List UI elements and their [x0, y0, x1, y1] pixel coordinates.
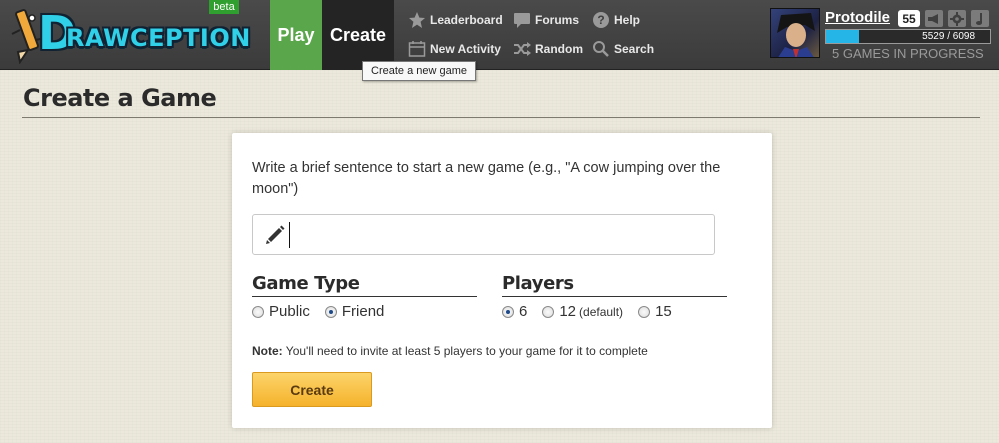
invite-note: Note: You'll need to invite at least 5 p…: [252, 344, 648, 358]
public-radio[interactable]: [252, 305, 264, 318]
friend-label: Friend: [341, 303, 385, 320]
new-activity-link[interactable]: New Activity: [408, 40, 501, 58]
players-options: 6 12 (default) 15: [502, 303, 687, 320]
shuffle-icon: [513, 40, 531, 58]
game-type-divider: [252, 296, 477, 297]
avatar[interactable]: [770, 8, 820, 58]
random-link[interactable]: Random: [513, 40, 583, 58]
players-12-label: 12: [559, 303, 577, 320]
page-title: Create a Game: [23, 84, 217, 112]
music-note-icon[interactable]: [971, 10, 989, 27]
players-6-radio[interactable]: [502, 305, 514, 318]
play-tab[interactable]: Play: [270, 0, 322, 70]
star-icon: [408, 11, 426, 29]
players-15-option[interactable]: 15: [638, 303, 672, 320]
games-in-progress-link[interactable]: 5 GAMES IN PROGRESS: [832, 46, 984, 61]
level-badge: 55: [898, 10, 920, 27]
sentence-input[interactable]: [252, 214, 715, 255]
text-caret: [289, 222, 290, 248]
svg-text:?: ?: [597, 13, 604, 27]
title-divider: [22, 117, 980, 118]
pencil-icon: [266, 225, 285, 244]
players-6-label: 6: [519, 303, 528, 320]
leaderboard-label: Leaderboard: [430, 13, 503, 27]
leaderboard-link[interactable]: Leaderboard: [408, 11, 503, 29]
xp-progress-bar: 5529 / 6098: [825, 29, 991, 44]
note-label: Note:: [252, 344, 283, 358]
form-prompt: Write a brief sentence to start a new ga…: [252, 160, 721, 197]
top-navigation-bar: D RAWCEPTION beta Play Create Leaderboar…: [0, 0, 999, 70]
default-note: (default): [579, 304, 624, 319]
random-label: Random: [535, 42, 583, 56]
gear-icon[interactable]: [948, 10, 966, 27]
players-15-radio[interactable]: [638, 305, 651, 318]
game-type-friend-option[interactable]: Friend: [324, 303, 385, 320]
search-label: Search: [614, 42, 655, 56]
beta-badge: beta: [209, 0, 239, 14]
players-6-option[interactable]: 6: [502, 303, 527, 320]
help-link[interactable]: ? Help: [592, 11, 640, 29]
search-icon: [592, 40, 610, 58]
create-game-form: Write a brief sentence to start a new ga…: [232, 133, 772, 428]
game-type-options: Public Friend: [252, 303, 399, 320]
forums-link[interactable]: Forums: [513, 11, 579, 29]
forums-label: Forums: [535, 13, 580, 27]
new-activity-label: New Activity: [430, 42, 501, 56]
game-type-heading: Game Type: [252, 273, 360, 294]
players-heading: Players: [502, 273, 574, 294]
speech-bubble-icon: [513, 11, 531, 29]
create-tab[interactable]: Create: [322, 0, 394, 70]
help-label: Help: [614, 13, 641, 27]
friend-radio[interactable]: [324, 305, 337, 318]
create-tooltip: Create a new game: [362, 61, 476, 81]
username-link[interactable]: Protodile: [825, 9, 890, 26]
players-12-radio[interactable]: [542, 305, 555, 318]
create-game-button[interactable]: Create: [252, 372, 372, 407]
question-icon: ?: [592, 11, 610, 29]
megaphone-icon[interactable]: [925, 10, 943, 27]
xp-progress-text: 5529 / 6098: [922, 31, 975, 42]
players-divider: [502, 296, 727, 297]
players-12-option[interactable]: 12 (default): [542, 303, 623, 320]
public-label: Public: [269, 303, 310, 320]
calendar-icon: [408, 40, 426, 58]
game-type-public-option[interactable]: Public: [252, 303, 310, 320]
note-text: You'll need to invite at least 5 players…: [282, 344, 648, 358]
players-15-label: 15: [655, 303, 672, 320]
logo-wordmark: RAWCEPTION: [66, 24, 251, 52]
search-link[interactable]: Search: [592, 40, 654, 58]
